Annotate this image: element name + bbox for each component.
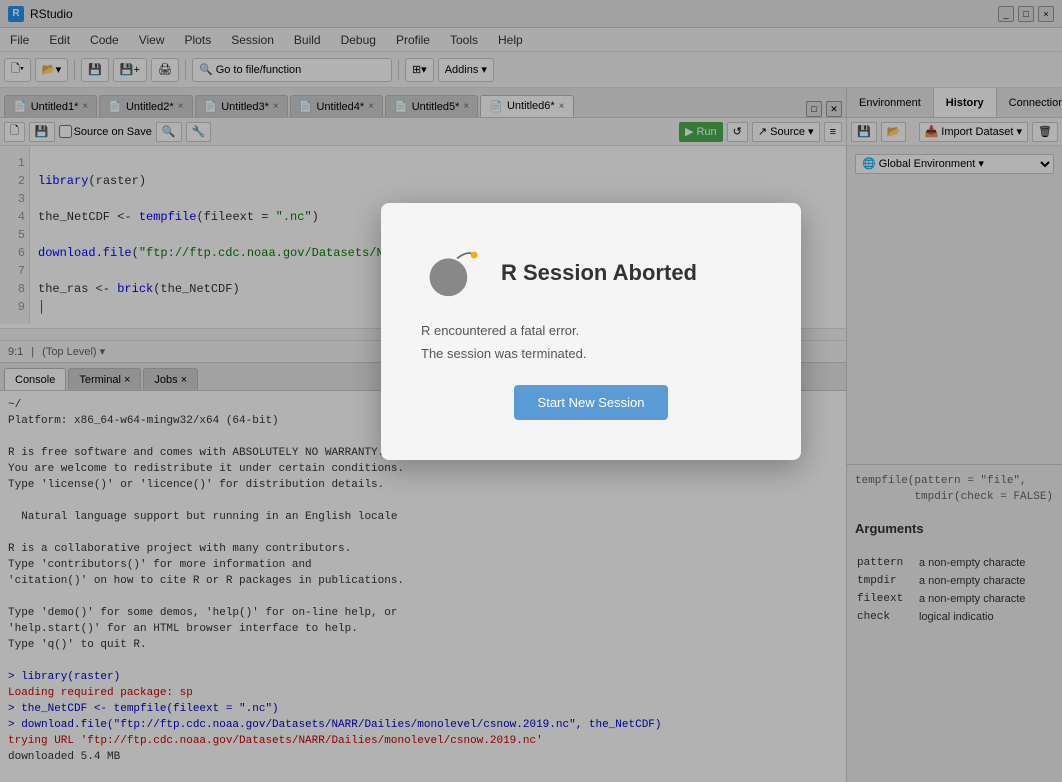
bomb-icon xyxy=(421,243,481,303)
modal-session-msg: The session was terminated. xyxy=(421,346,761,361)
session-aborted-modal: R Session Aborted R encountered a fatal … xyxy=(381,203,801,460)
modal-header: R Session Aborted xyxy=(421,243,761,303)
start-new-session-btn[interactable]: Start New Session xyxy=(514,385,669,420)
modal-error-msg: R encountered a fatal error. xyxy=(421,323,761,338)
modal-title: R Session Aborted xyxy=(501,260,697,286)
modal-body: R encountered a fatal error. The session… xyxy=(421,323,761,361)
modal-overlay: R Session Aborted R encountered a fatal … xyxy=(0,0,1062,782)
